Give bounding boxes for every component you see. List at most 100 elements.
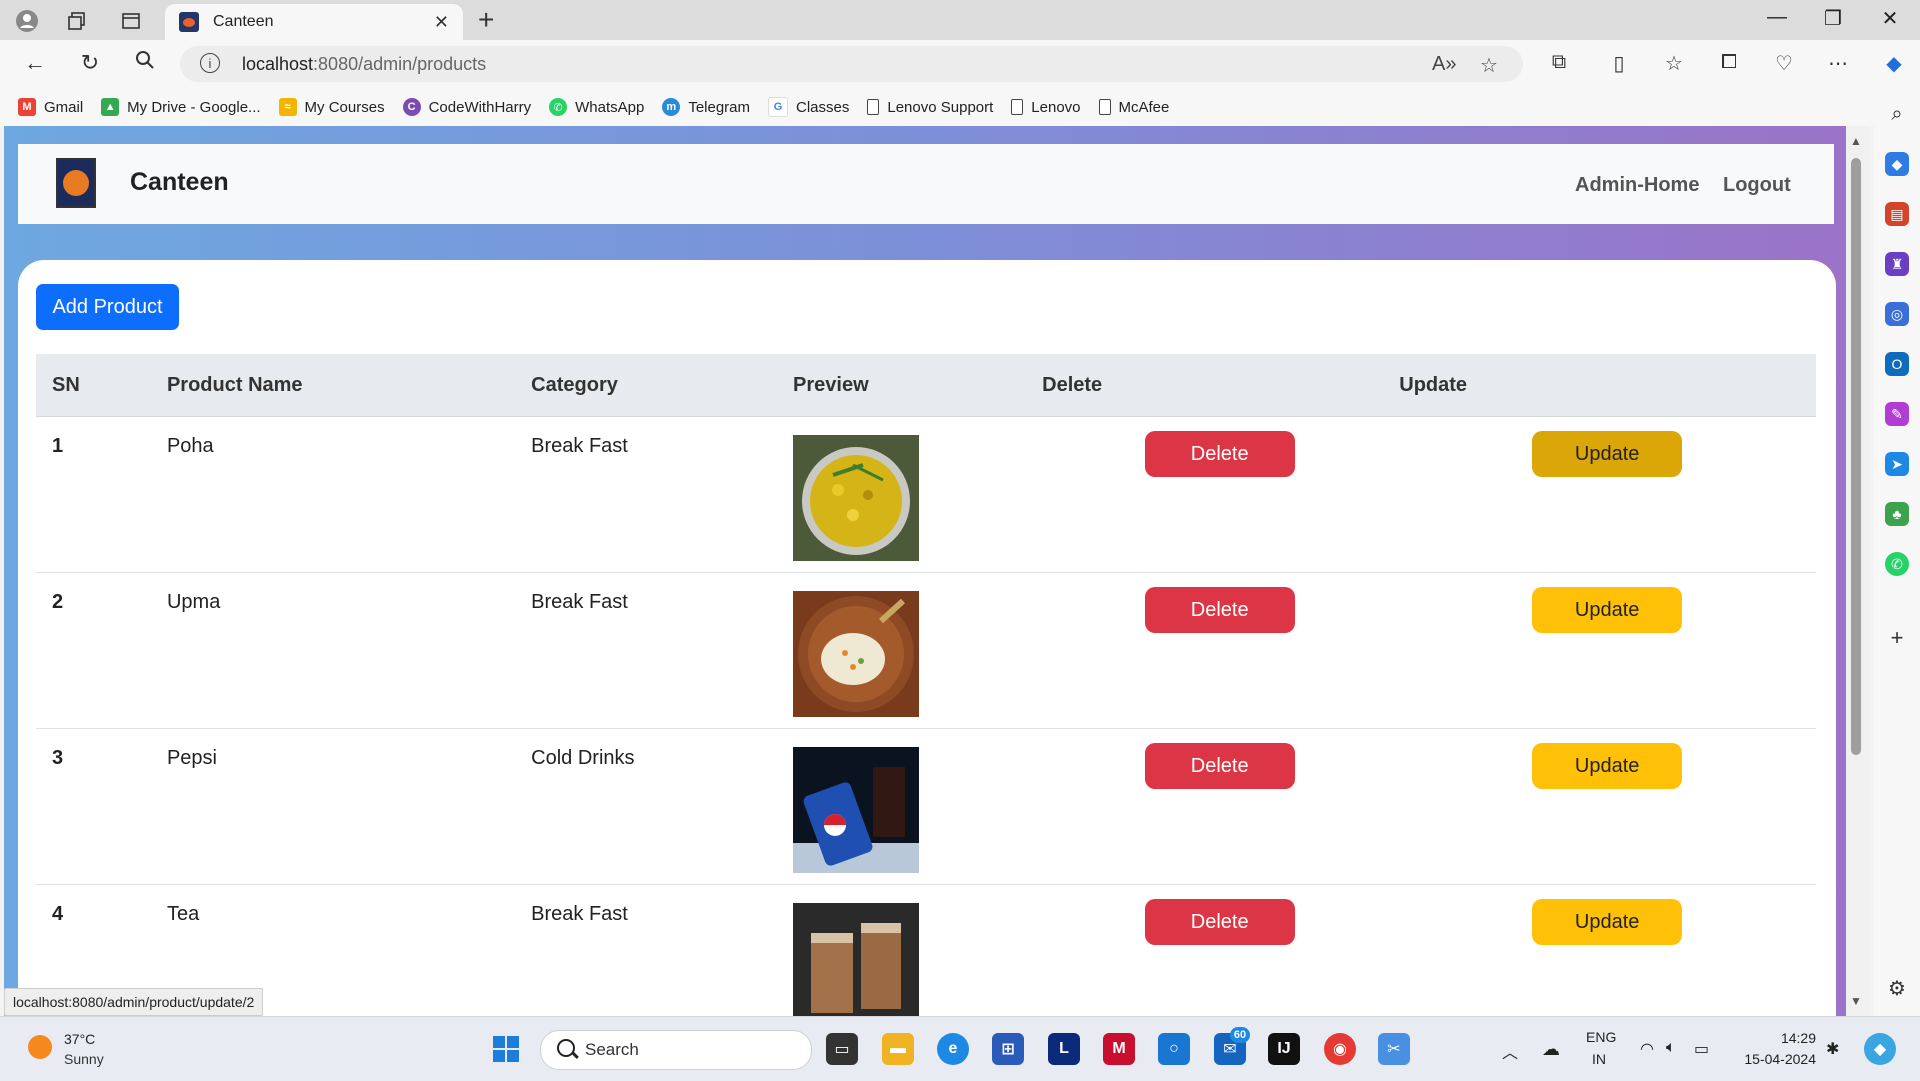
row-product-name: Pepsi [165,728,531,885]
split-screen-icon[interactable]: ▯ [1605,51,1633,76]
reload-icon[interactable]: ↻ [75,50,105,76]
delete-button[interactable]: Delete [1144,899,1295,945]
delete-button[interactable]: Delete [1144,431,1295,477]
window-close-icon[interactable]: ✕ [1870,6,1910,31]
onedrive-icon[interactable]: ☁ [1542,1039,1560,1060]
microsoft365-icon[interactable]: ◎ [1885,302,1909,326]
update-button[interactable]: Update [1532,587,1683,633]
snipping-tool-icon[interactable]: ✂ [1378,1033,1410,1065]
edge-icon[interactable]: e [937,1033,969,1065]
brand-name[interactable]: Canteen [130,168,229,197]
task-view-icon[interactable]: ▭ [826,1033,858,1065]
update-button[interactable]: Update [1532,431,1683,477]
restore-icon[interactable]: ❐ [1813,6,1853,31]
site-info-icon[interactable]: i [200,53,220,73]
mcafee-icon[interactable]: M [1103,1033,1135,1065]
wifi-icon[interactable]: ◠ [1640,1039,1654,1059]
scrollbar-thumb[interactable] [1851,158,1861,755]
shopping-icon[interactable]: ◆ [1885,152,1909,176]
back-icon[interactable]: ← [20,50,50,76]
favorites-icon[interactable]: ☆ [1660,51,1688,76]
whatsapp-icon: ✆ [549,98,568,116]
intellij-icon[interactable]: IJ [1268,1033,1300,1065]
bookmark-my-drive[interactable]: ▲ My Drive - Google... [101,98,261,116]
outlook-icon[interactable]: O [1885,352,1909,376]
row-category: Cold Drinks [530,728,793,885]
store-icon[interactable]: ⊞ [992,1033,1024,1065]
nav-admin-home[interactable]: Admin-Home [1575,174,1699,197]
row-sn: 2 [36,572,166,729]
row-preview [792,728,1042,885]
copilot-taskbar-icon[interactable]: ◆ [1864,1033,1896,1065]
search-icon[interactable] [130,50,160,76]
volume-icon[interactable]: 🔈︎ [1666,1039,1676,1057]
bookmark-gmail[interactable]: M Gmail [18,98,83,116]
scroll-up-arrow[interactable]: ▲ [1850,134,1862,148]
close-tab-icon[interactable]: ✕ [434,12,449,33]
bookmark-mcafee[interactable]: McAfee [1098,99,1169,116]
bookmark-classes[interactable]: G Classes [768,97,849,117]
browser-tab-active[interactable]: Canteen ✕ [165,4,463,40]
address-bar[interactable]: i localhost:8080/admin/products A» ☆ [180,46,1523,82]
sidebar-search-icon[interactable]: ⌕ [1885,102,1909,126]
bookmark-label: WhatsApp [575,98,645,116]
profile-icon[interactable] [14,8,40,34]
add-product-button[interactable]: Add Product [36,284,179,330]
bookmark-my-courses[interactable]: ≈ My Courses [278,98,385,116]
taskbar-search-placeholder: Search [585,1040,639,1059]
update-button[interactable]: Update [1532,743,1683,789]
tray-overflow-icon[interactable]: ︿ [1502,1039,1518,1063]
more-menu-icon[interactable]: ⋯ [1824,51,1852,76]
games-icon[interactable]: ♜ [1885,252,1909,276]
battery-icon[interactable]: ▭ [1694,1039,1709,1059]
weather-condition[interactable]: Sunny [64,1051,104,1067]
table-row: 2 Upma Break Fast Delete Update [36,572,1816,729]
gmail-icon: M [18,98,36,116]
url-text[interactable]: localhost:8080/admin/products [242,54,486,75]
collections-icon[interactable]: ⧠ [1715,51,1743,74]
language-indicator[interactable]: ENG [1586,1029,1616,1045]
designer-icon[interactable]: ✎ [1885,402,1909,426]
sidebar-settings-icon[interactable]: ⚙ [1885,976,1909,1000]
copilot-icon[interactable]: ◆ [1880,51,1908,76]
send-icon[interactable]: ➤ [1885,452,1909,476]
notification-icon[interactable]: ✱ [1826,1039,1839,1059]
scroll-down-arrow[interactable]: ▼ [1850,994,1862,1008]
tools-icon[interactable]: ▤ [1885,202,1909,226]
bookmark-telegram[interactable]: m Telegram [662,98,750,116]
sun-icon[interactable] [28,1035,52,1059]
update-button[interactable]: Update [1532,899,1683,945]
sidebar-whatsapp-icon[interactable]: ✆ [1885,552,1909,576]
canteen-logo[interactable] [56,158,96,208]
extensions-icon[interactable]: ⧉ [1545,51,1573,74]
favorite-star-icon[interactable]: ☆ [1480,53,1498,78]
bookmark-codewithharry[interactable]: C CodeWithHarry [402,98,531,116]
clock-date[interactable]: 15-04-2024 [1732,1051,1816,1067]
bookmark-lenovo-support[interactable]: Lenovo Support [867,99,993,116]
lenovo-vantage-icon[interactable]: L [1048,1033,1080,1065]
minimize-icon[interactable]: — [1757,6,1797,29]
vertical-tabs-icon[interactable] [118,8,144,34]
pepsi-image [793,747,920,873]
add-sidebar-app-icon[interactable]: + [1885,625,1909,650]
new-tab-icon[interactable]: + [478,4,494,36]
bookmark-whatsapp[interactable]: ✆ WhatsApp [549,98,644,116]
workspaces-icon[interactable] [64,8,90,34]
chrome-icon[interactable]: ◉ [1324,1033,1356,1065]
nav-logout[interactable]: Logout [1723,174,1791,197]
bookmark-lenovo[interactable]: Lenovo [1011,99,1081,116]
page-viewport: Canteen Admin-Home Logout Add Product SN… [4,126,1846,1016]
delete-button[interactable]: Delete [1144,587,1295,633]
file-explorer-icon[interactable]: ▬ [882,1033,914,1065]
read-aloud-icon[interactable]: A» [1432,53,1456,76]
clock-time[interactable]: 14:29 [1752,1030,1816,1046]
delete-button[interactable]: Delete [1144,743,1295,789]
alexa-icon[interactable]: ○ [1158,1033,1190,1065]
row-update-cell: Update [1398,728,1816,885]
taskbar-search[interactable]: Search [540,1030,812,1070]
region-indicator[interactable]: IN [1592,1051,1606,1067]
start-icon[interactable] [490,1033,522,1065]
weather-temperature[interactable]: 37°C [64,1031,95,1047]
browser-essentials-icon[interactable]: ♡ [1770,51,1798,76]
tree-icon[interactable]: ♣ [1885,502,1909,526]
